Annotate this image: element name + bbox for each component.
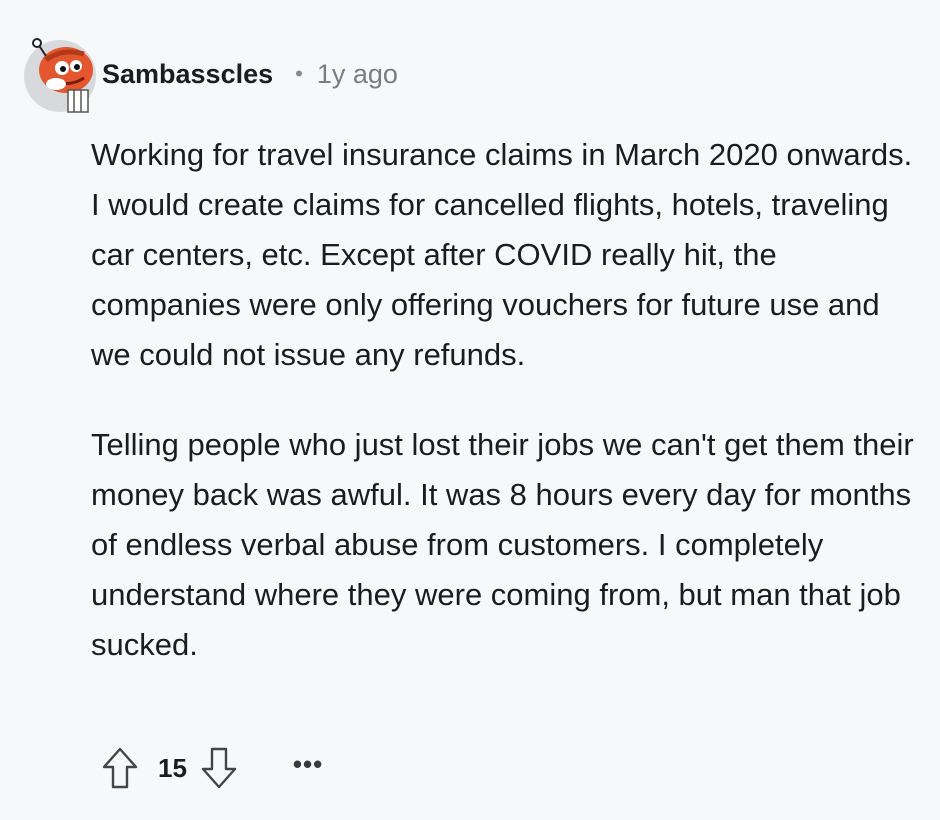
comment-body: Working for travel insurance claims in M… — [91, 130, 921, 670]
upvote-arrow-icon[interactable] — [100, 745, 140, 791]
comment-actions: 15 ••• — [100, 745, 323, 791]
downvote-arrow-icon[interactable] — [199, 745, 239, 791]
snoo-avatar-icon — [24, 38, 96, 113]
comment-paragraph: Telling people who just lost their jobs … — [91, 427, 914, 662]
comment: Sambasscles • 1y ago Working for travel … — [0, 0, 940, 820]
more-options-icon[interactable]: ••• — [293, 751, 323, 782]
vote-score: 15 — [158, 752, 187, 783]
separator-dot: • — [295, 61, 303, 86]
timestamp[interactable]: 1y ago — [317, 59, 398, 90]
avatar[interactable] — [22, 34, 102, 114]
comment-paragraph: Working for travel insurance claims in M… — [91, 137, 913, 372]
username[interactable]: Sambasscles — [102, 59, 273, 90]
comment-header: Sambasscles • 1y ago — [102, 56, 398, 92]
